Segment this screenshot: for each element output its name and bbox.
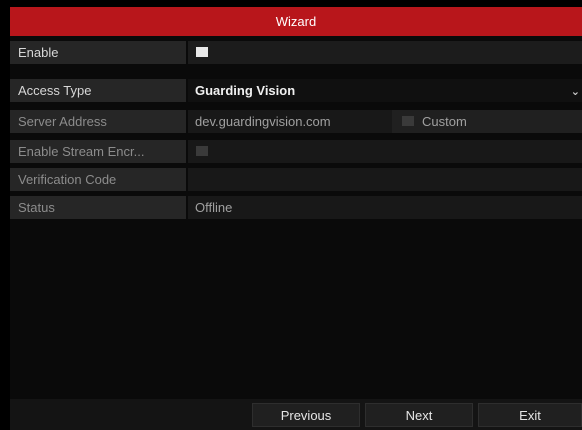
- custom-label: Custom: [422, 114, 467, 129]
- custom-checkbox: [402, 116, 414, 126]
- status-value: Offline: [188, 196, 582, 219]
- enable-row: Enable: [10, 41, 582, 64]
- exit-button[interactable]: Exit: [478, 403, 582, 427]
- access-type-select[interactable]: Guarding Vision ⌄: [188, 79, 582, 102]
- enable-cell: [188, 41, 582, 64]
- next-button[interactable]: Next: [365, 403, 473, 427]
- access-type-value: Guarding Vision: [195, 83, 296, 98]
- server-address-row: Server Address dev.guardingvision.com Cu…: [10, 110, 582, 133]
- server-address-value: dev.guardingvision.com: [195, 114, 331, 129]
- status-row: Status Offline: [10, 196, 582, 219]
- button-bar: Previous Next Exit: [10, 399, 582, 430]
- stream-encryption-cell: [188, 140, 582, 163]
- window-title: Wizard: [10, 7, 582, 36]
- access-type-label: Access Type: [10, 79, 186, 102]
- status-label: Status: [10, 196, 186, 219]
- stream-encryption-row: Enable Stream Encr...: [10, 140, 582, 163]
- stream-encryption-label: Enable Stream Encr...: [10, 140, 186, 163]
- settings-panel: Enable Access Type Guarding Vision ⌄ Ser…: [10, 36, 582, 430]
- chevron-down-icon: ⌄: [570, 86, 580, 98]
- enable-checkbox[interactable]: [196, 47, 208, 57]
- wizard-window: Wizard Enable Access Type Guarding Visio…: [0, 0, 582, 430]
- enable-label: Enable: [10, 41, 186, 64]
- server-address-field: dev.guardingvision.com Custom: [188, 110, 582, 133]
- access-type-row: Access Type Guarding Vision ⌄: [10, 79, 582, 102]
- stream-encryption-checkbox: [196, 146, 208, 156]
- previous-button[interactable]: Previous: [252, 403, 360, 427]
- custom-option: Custom: [392, 110, 582, 133]
- verification-code-field: [188, 168, 582, 191]
- server-address-label: Server Address: [10, 110, 186, 133]
- verification-code-row: Verification Code: [10, 168, 582, 191]
- verification-code-label: Verification Code: [10, 168, 186, 191]
